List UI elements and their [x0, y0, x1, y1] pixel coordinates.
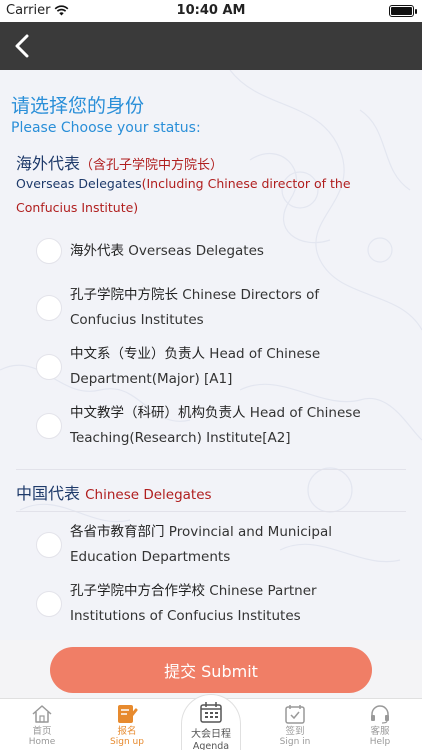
home-icon	[30, 703, 54, 725]
china-title-en: Chinese Delegates	[85, 487, 212, 503]
clock: 10:40 AM	[176, 3, 246, 18]
status-bar: Carrier 10:40 AM	[0, 0, 422, 22]
tab-signin[interactable]: 签到 Sign in	[255, 703, 335, 749]
radio-button[interactable]	[36, 591, 62, 617]
battery-icon	[389, 5, 417, 17]
option-head-chinese-department[interactable]: 中文系（专业）负责人 Head of Chinese Department(Ma…	[36, 342, 406, 392]
option-label: 中文系（专业）负责人 Head of Chinese Department(Ma…	[70, 342, 370, 392]
option-overseas-delegates[interactable]: 海外代表 Overseas Delegates	[36, 238, 406, 264]
page-title-cn: 请选择您的身份	[11, 95, 145, 117]
option-label: 孔子学院中方合作学校 Chinese Partner Institutions …	[70, 579, 370, 629]
option-label: 孔子学院中方院长 Chinese Directors of Confucius …	[70, 283, 370, 333]
option-label: 各省市教育部门 Provincial and Municipal Educati…	[70, 520, 370, 570]
overseas-title-note: （含孔子学院中方院长）	[80, 158, 224, 173]
radio-button[interactable]	[36, 295, 62, 321]
tab-label-cn: 报名	[117, 726, 137, 737]
page-title-en: Please Choose your status:	[11, 120, 201, 136]
option-partner-institutions[interactable]: 孔子学院中方合作学校 Chinese Partner Institutions …	[36, 579, 406, 629]
section-divider	[16, 511, 406, 512]
edit-icon	[115, 703, 139, 725]
tab-label-en: Agenda	[192, 741, 230, 750]
nav-bar	[0, 22, 422, 70]
option-confucius-directors[interactable]: 孔子学院中方院长 Chinese Directors of Confucius …	[36, 283, 406, 333]
tab-label-cn: 首页	[32, 726, 52, 737]
china-section-title: 中国代表 Chinese Delegates	[16, 480, 212, 504]
option-label-cn: 各省市教育部门	[70, 524, 165, 540]
china-title-cn: 中国代表	[16, 484, 81, 503]
overseas-desc-en-a: Overseas Delegates	[16, 176, 142, 191]
option-label: 海外代表 Overseas Delegates	[70, 239, 370, 264]
section-divider	[16, 469, 406, 470]
headset-icon	[368, 703, 392, 725]
option-head-teaching-institute[interactable]: 中文教学（科研）机构负责人 Head of Chinese Teaching(R…	[36, 401, 406, 451]
tab-agenda[interactable]: 大会日程 Agenda	[181, 694, 241, 750]
tab-label-en: Help	[369, 737, 391, 747]
calendar-icon	[199, 701, 223, 727]
chevron-left-icon	[15, 34, 29, 58]
tab-label-cn: 大会日程	[191, 729, 231, 740]
status-selection-panel: 请选择您的身份 Please Choose your status: 海外代表（…	[0, 70, 422, 640]
overseas-title-cn: 海外代表	[16, 154, 81, 173]
option-education-departments[interactable]: 各省市教育部门 Provincial and Municipal Educati…	[36, 520, 406, 570]
option-label-cn: 孔子学院中方院长	[70, 287, 178, 303]
tab-label-en: Home	[28, 737, 56, 747]
back-button[interactable]	[6, 30, 38, 62]
radio-button[interactable]	[36, 532, 62, 558]
option-label-cn: 海外代表	[70, 242, 124, 259]
tab-label-cn: 客服	[370, 726, 390, 737]
tab-home[interactable]: 首页 Home	[2, 703, 82, 749]
tab-help[interactable]: 客服 Help	[340, 703, 420, 749]
option-label-cn: 中文系（专业）负责人	[70, 346, 205, 362]
option-label-cn: 中文教学（科研）机构负责人	[70, 405, 246, 421]
tab-label-en: Sign up	[110, 737, 144, 747]
option-label: 中文教学（科研）机构负责人 Head of Chinese Teaching(R…	[70, 401, 370, 451]
checkin-icon	[283, 703, 307, 725]
overseas-section-title: 海外代表（含孔子学院中方院长）	[16, 150, 223, 174]
submit-button[interactable]: 提交 Submit	[50, 647, 372, 693]
tab-signup[interactable]: 报名 Sign up	[87, 703, 167, 749]
tab-label-cn: 签到	[285, 726, 305, 737]
radio-button[interactable]	[36, 413, 62, 439]
overseas-section-desc: Overseas Delegates(Including Chinese dir…	[16, 172, 396, 220]
radio-button[interactable]	[36, 354, 62, 380]
radio-button[interactable]	[36, 238, 62, 264]
option-label-en: Overseas Delegates	[128, 242, 264, 259]
option-label-cn: 孔子学院中方合作学校	[70, 583, 205, 599]
tab-label-en: Sign in	[279, 737, 311, 747]
